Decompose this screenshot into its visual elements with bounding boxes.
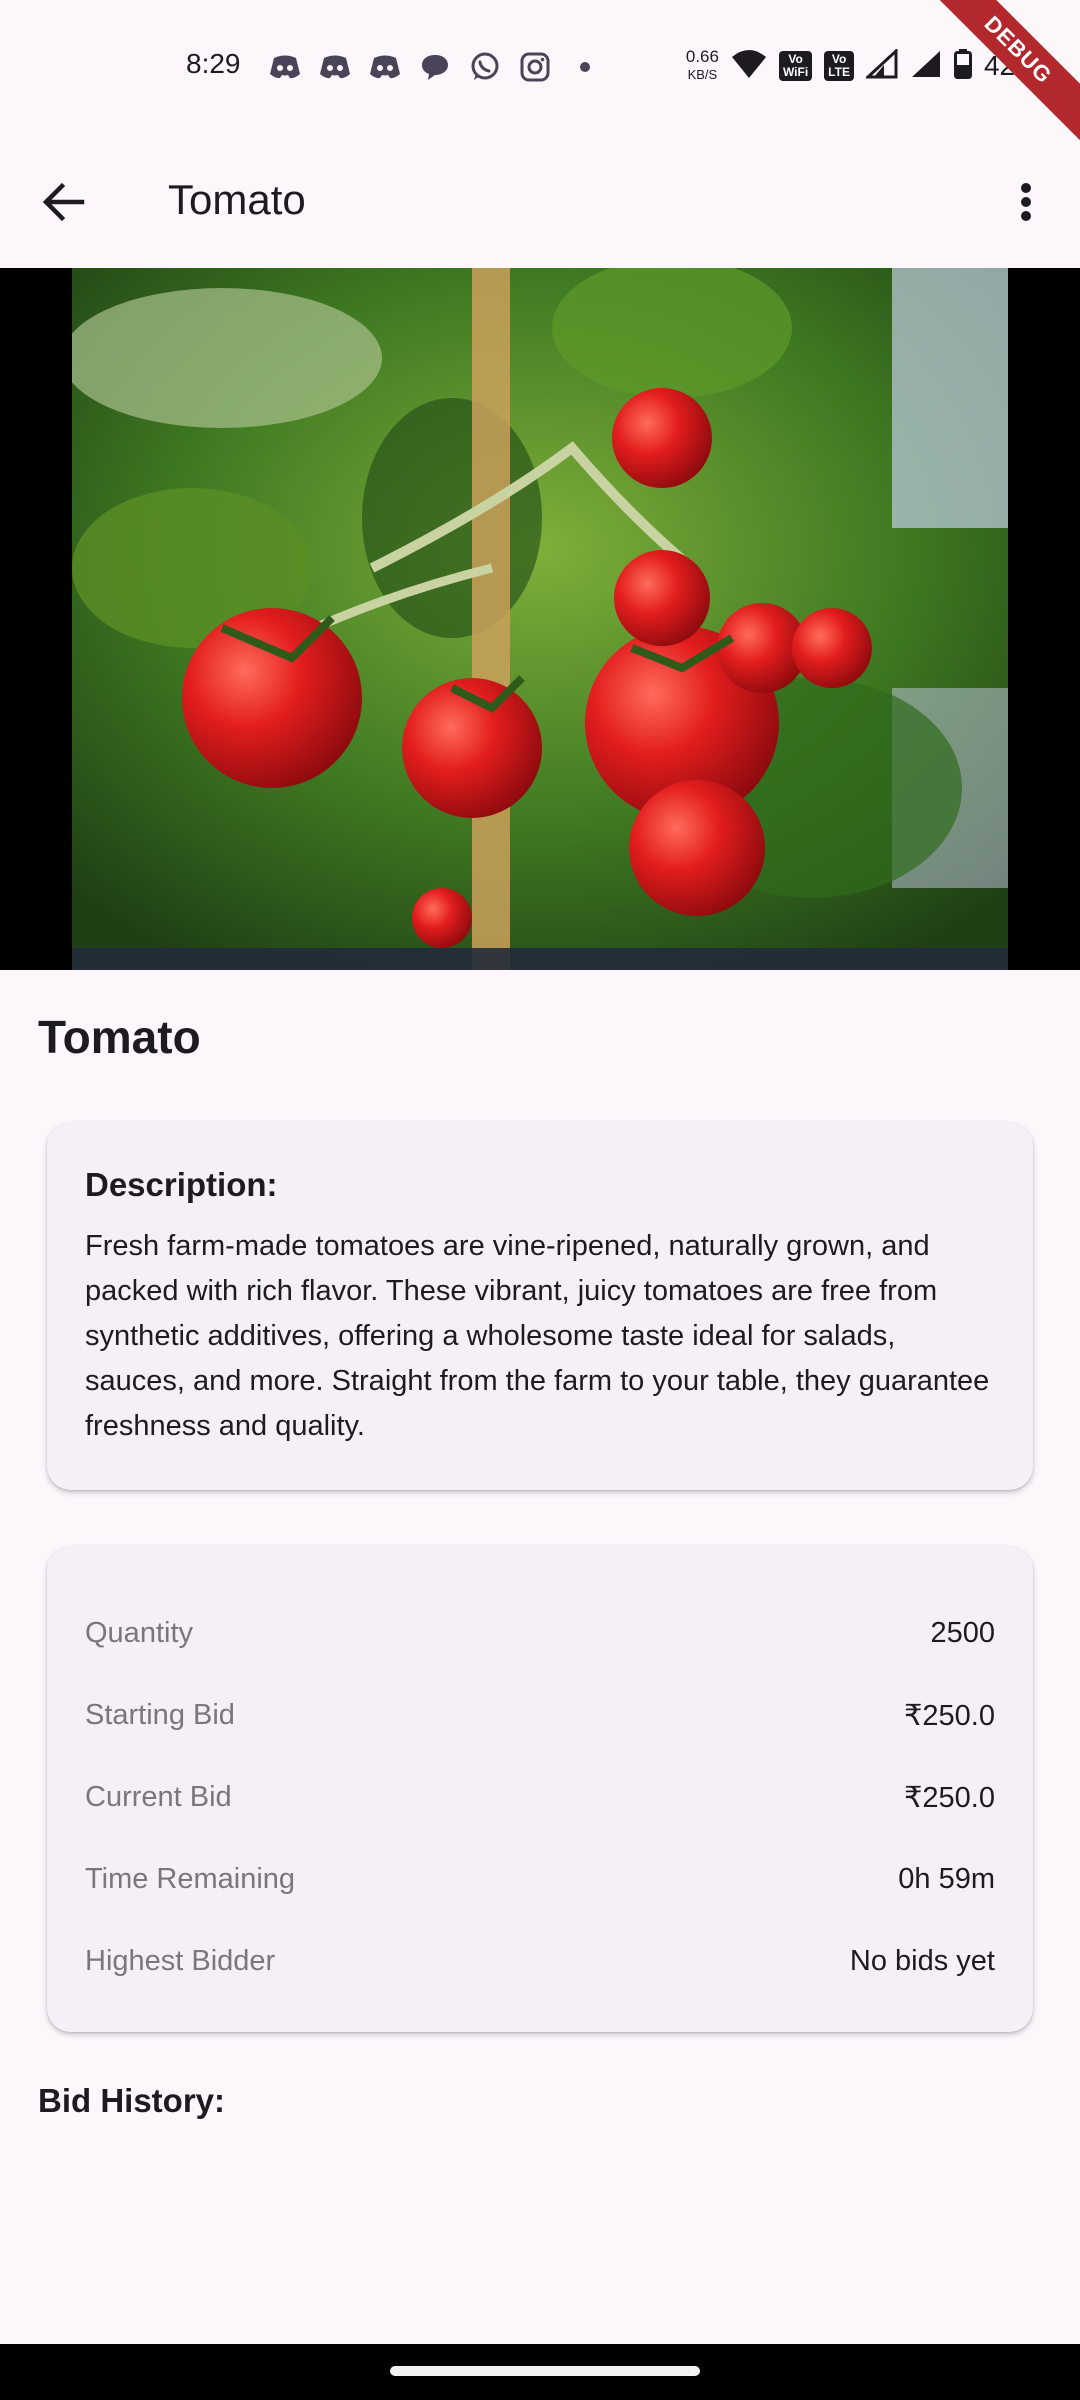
vowifi-badge-bottom: WiFi bbox=[782, 65, 809, 79]
app-bar: Tomato bbox=[0, 140, 1080, 268]
detail-label: Quantity bbox=[85, 1616, 193, 1649]
detail-label: Current Bid bbox=[85, 1780, 232, 1813]
dot-icon bbox=[568, 52, 602, 82]
discord-icon bbox=[268, 52, 302, 82]
screen: 8:29 0.66 KB/S Vo WiFi Vo LTE DEBUG Toma… bbox=[0, 0, 1080, 2400]
detail-value: No bids yet bbox=[849, 1944, 995, 1977]
detail-row-quantity: Quantity 2500 bbox=[85, 1592, 995, 1674]
product-image-area bbox=[0, 268, 1080, 970]
status-time: 8:29 bbox=[186, 48, 241, 79]
discord-icon bbox=[368, 52, 402, 82]
signal-icon bbox=[910, 49, 942, 84]
volte-badge-bottom: LTE bbox=[828, 65, 850, 79]
detail-value: ₹250.0 bbox=[903, 1781, 995, 1814]
navigation-bar bbox=[0, 2344, 1080, 2400]
detail-value: ₹250.0 bbox=[903, 1699, 995, 1732]
more-vert-icon bbox=[1020, 182, 1032, 227]
detail-label: Highest Bidder bbox=[85, 1944, 276, 1977]
status-bar: 8:29 0.66 KB/S Vo WiFi Vo LTE bbox=[0, 0, 1080, 140]
back-button[interactable] bbox=[30, 170, 98, 238]
detail-value: 2500 bbox=[930, 1616, 995, 1649]
discord-icon bbox=[318, 52, 352, 82]
detail-row-current-bid: Current Bid ₹250.0 bbox=[85, 1756, 995, 1838]
arrow-back-icon bbox=[42, 180, 86, 229]
bid-details-card: Quantity 2500 Starting Bid ₹250.0 Curren… bbox=[47, 1546, 1033, 2032]
instagram-icon bbox=[518, 52, 552, 82]
network-speed-unit: KB/S bbox=[687, 67, 718, 82]
chat-bubble-icon bbox=[418, 52, 452, 82]
home-indicator[interactable] bbox=[390, 2366, 700, 2376]
bid-history-heading: Bid History: bbox=[38, 2082, 226, 2119]
status-right: 0.66 KB/S Vo WiFi Vo LTE 42 bbox=[686, 47, 1040, 84]
battery-icon bbox=[953, 48, 972, 84]
network-speed: 0.66 KB/S bbox=[686, 48, 719, 84]
more-options-button[interactable] bbox=[992, 170, 1060, 238]
detail-label: Starting Bid bbox=[85, 1698, 235, 1731]
description-heading: Description: bbox=[85, 1166, 278, 1203]
product-image bbox=[72, 268, 1008, 970]
signal-icon bbox=[864, 47, 898, 84]
volte-badge: Vo LTE bbox=[824, 51, 854, 81]
app-bar-title: Tomato bbox=[168, 176, 306, 223]
whatsapp-icon bbox=[468, 52, 502, 82]
product-title: Tomato bbox=[38, 1011, 201, 1063]
description-card: Description: Fresh farm-made tomatoes ar… bbox=[47, 1122, 1033, 1490]
detail-row-starting-bid: Starting Bid ₹250.0 bbox=[85, 1674, 995, 1756]
detail-row-time-remaining: Time Remaining 0h 59m bbox=[85, 1838, 995, 1920]
vowifi-badge: Vo WiFi bbox=[778, 51, 813, 81]
wifi-icon bbox=[731, 49, 767, 84]
detail-row-highest-bidder: Highest Bidder No bids yet bbox=[85, 1920, 995, 2002]
detail-value: 0h 59m bbox=[898, 1862, 995, 1895]
network-speed-value: 0.66 bbox=[685, 47, 719, 66]
description-text: Fresh farm-made tomatoes are vine-ripene… bbox=[85, 1230, 990, 1442]
notification-icons bbox=[268, 52, 602, 82]
detail-label: Time Remaining bbox=[85, 1862, 296, 1895]
